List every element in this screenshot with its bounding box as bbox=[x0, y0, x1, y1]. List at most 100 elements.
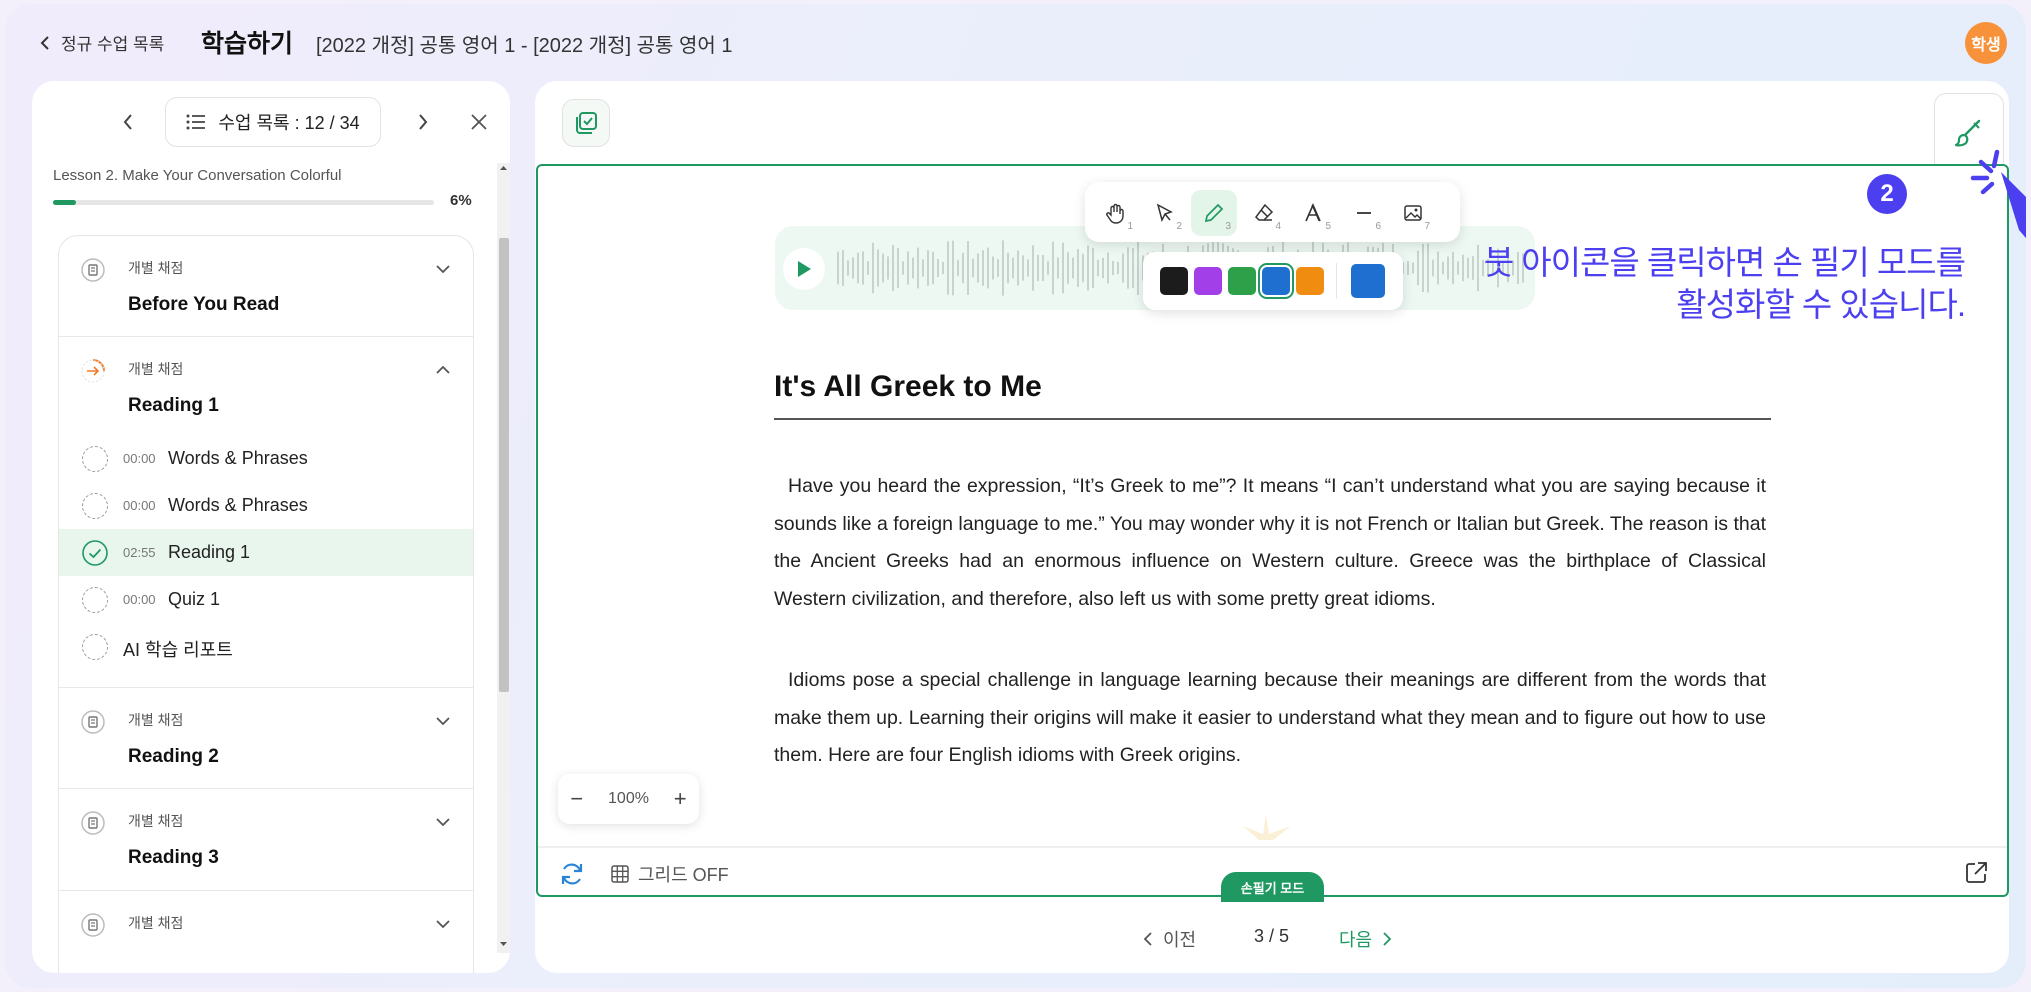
waveform-bar bbox=[957, 260, 959, 276]
hint-line-1: 붓 아이콘을 클릭하면 손 필기 모드를 bbox=[1483, 244, 1966, 281]
waveform-bar bbox=[1012, 257, 1014, 279]
zoom-control: − 100% + bbox=[558, 774, 699, 824]
scroll-up-icon[interactable] bbox=[497, 163, 510, 173]
document-icon bbox=[81, 811, 105, 835]
sparkle-decoration bbox=[1243, 814, 1291, 840]
title-divider bbox=[774, 418, 1771, 420]
waveform-bar bbox=[962, 252, 964, 284]
document-icon bbox=[81, 913, 105, 937]
waveform-bar bbox=[1112, 260, 1114, 276]
waveform-bar bbox=[1092, 247, 1094, 289]
in-progress-icon bbox=[81, 359, 105, 383]
list-item[interactable]: 00:00 Words & Phrases bbox=[59, 482, 473, 529]
prev-lesson-button[interactable] bbox=[111, 105, 145, 139]
refresh-icon[interactable] bbox=[558, 860, 586, 888]
waveform-bar bbox=[1107, 252, 1109, 284]
item-label: Quiz 1 bbox=[168, 589, 221, 609]
section-partial[interactable]: 개별 채점 bbox=[59, 891, 473, 973]
external-link-icon[interactable] bbox=[1963, 860, 1989, 886]
waveform-bar bbox=[937, 258, 939, 278]
pen-icon bbox=[1204, 203, 1224, 223]
waveform-bar bbox=[872, 242, 874, 294]
waveform-bar bbox=[887, 256, 889, 280]
item-label: AI 학습 리포트 bbox=[123, 640, 233, 660]
tool-image[interactable]: 7 bbox=[1390, 190, 1436, 236]
tool-text[interactable]: 5 bbox=[1291, 190, 1337, 236]
color-swatch-blue[interactable] bbox=[1258, 263, 1294, 299]
chevron-down-icon[interactable] bbox=[432, 811, 454, 833]
hint-line-2: 활성화할 수 있습니다. bbox=[1676, 286, 1966, 323]
waveform-bar bbox=[952, 240, 954, 296]
list-item[interactable]: 00:00 Words & Phrases bbox=[59, 435, 473, 482]
list-item-ai-report[interactable]: AI 학습 리포트 bbox=[59, 623, 473, 670]
section-mode: 개별 채점 bbox=[128, 260, 184, 276]
waveform-bar bbox=[1052, 241, 1054, 295]
prev-label: 이전 bbox=[1163, 930, 1197, 950]
chevron-down-icon[interactable] bbox=[432, 258, 454, 280]
chevron-down-icon[interactable] bbox=[432, 913, 454, 935]
waveform-bar bbox=[977, 253, 979, 283]
section-reading-2[interactable]: 개별 채점 Reading 2 bbox=[59, 688, 473, 789]
waveform-bar bbox=[1042, 254, 1044, 282]
section-before-you-read[interactable]: 개별 채점 Before You Read bbox=[59, 236, 473, 337]
waveform-bar bbox=[1057, 257, 1059, 279]
waveform-bar bbox=[862, 251, 864, 285]
item-time: 02:55 bbox=[123, 545, 156, 560]
waveform-bar bbox=[867, 261, 869, 275]
next-page-button[interactable]: 다음 bbox=[1339, 926, 1392, 952]
section-list: 개별 채점 Before You Read 개별 채점 Reading 1 00… bbox=[58, 235, 474, 973]
waveform-bar bbox=[1032, 245, 1034, 291]
chevron-up-icon[interactable] bbox=[432, 359, 454, 381]
content-mode-button[interactable] bbox=[562, 99, 610, 147]
item-time: 00:00 bbox=[123, 498, 156, 513]
sidebar-scroll-thumb[interactable] bbox=[499, 238, 509, 692]
hint-callout: 붓 아이콘을 클릭하면 손 필기 모드를 활성화할 수 있습니다. bbox=[1355, 242, 1966, 326]
page-title: 학습하기 bbox=[201, 30, 294, 58]
waveform-bar bbox=[892, 245, 894, 291]
tool-number: 2 bbox=[1176, 221, 1182, 232]
tool-line[interactable]: 6 bbox=[1341, 190, 1387, 236]
scroll-down-icon[interactable] bbox=[497, 939, 510, 949]
play-button[interactable] bbox=[783, 248, 825, 290]
color-swatch-green[interactable] bbox=[1228, 267, 1256, 295]
zoom-in-button[interactable]: + bbox=[674, 786, 687, 812]
tool-eraser[interactable]: 4 bbox=[1241, 190, 1287, 236]
grid-toggle[interactable]: 그리드 OFF bbox=[610, 861, 729, 887]
chevron-down-icon[interactable] bbox=[432, 710, 454, 732]
waveform-bar bbox=[922, 259, 924, 277]
next-lesson-button[interactable] bbox=[406, 105, 440, 139]
document-icon bbox=[81, 258, 105, 282]
tool-hand[interactable]: 1 bbox=[1093, 190, 1139, 236]
back-to-list-link[interactable]: 정규 수업 목록 bbox=[39, 30, 164, 55]
status-circle-icon bbox=[82, 446, 108, 472]
waveform-bar bbox=[1067, 252, 1069, 284]
zoom-out-button[interactable]: − bbox=[570, 786, 583, 812]
lesson-list-button[interactable]: 수업 목록 : 12 / 34 bbox=[165, 97, 381, 147]
chevron-right-icon bbox=[1383, 932, 1392, 946]
color-swatch-purple[interactable] bbox=[1194, 267, 1222, 295]
prev-page-button[interactable]: 이전 bbox=[1143, 926, 1196, 952]
color-swatch-orange[interactable] bbox=[1296, 267, 1324, 295]
close-sidebar-button[interactable] bbox=[462, 105, 496, 139]
waveform-bar bbox=[1002, 240, 1004, 296]
tool-pen[interactable]: 3 bbox=[1191, 190, 1237, 236]
avatar[interactable]: 학생 bbox=[1965, 22, 2007, 64]
article-title: It's All Greek to Me bbox=[774, 370, 1042, 403]
waveform-bar bbox=[877, 249, 879, 287]
handwriting-mode-badge: 손필기 모드 bbox=[1221, 872, 1324, 902]
waveform-bar bbox=[1137, 241, 1139, 295]
list-item-active[interactable]: 02:55 Reading 1 bbox=[59, 529, 473, 576]
item-label: Reading 1 bbox=[168, 542, 251, 562]
item-label: Words & Phrases bbox=[168, 495, 308, 515]
waveform-bar bbox=[1007, 252, 1009, 284]
item-label: Words & Phrases bbox=[168, 448, 308, 468]
list-item[interactable]: 00:00 Quiz 1 bbox=[59, 576, 473, 623]
section-mode: 개별 채점 bbox=[128, 915, 184, 931]
section-reading-3[interactable]: 개별 채점 Reading 3 bbox=[59, 789, 473, 891]
step-badge: 2 bbox=[1867, 174, 1907, 214]
tool-pointer[interactable]: 2 bbox=[1142, 190, 1188, 236]
color-swatch-black[interactable] bbox=[1160, 267, 1188, 295]
waveform-bar bbox=[967, 241, 969, 295]
pointer-icon bbox=[1156, 203, 1173, 223]
page-indicator: 3 / 5 bbox=[1254, 926, 1290, 946]
